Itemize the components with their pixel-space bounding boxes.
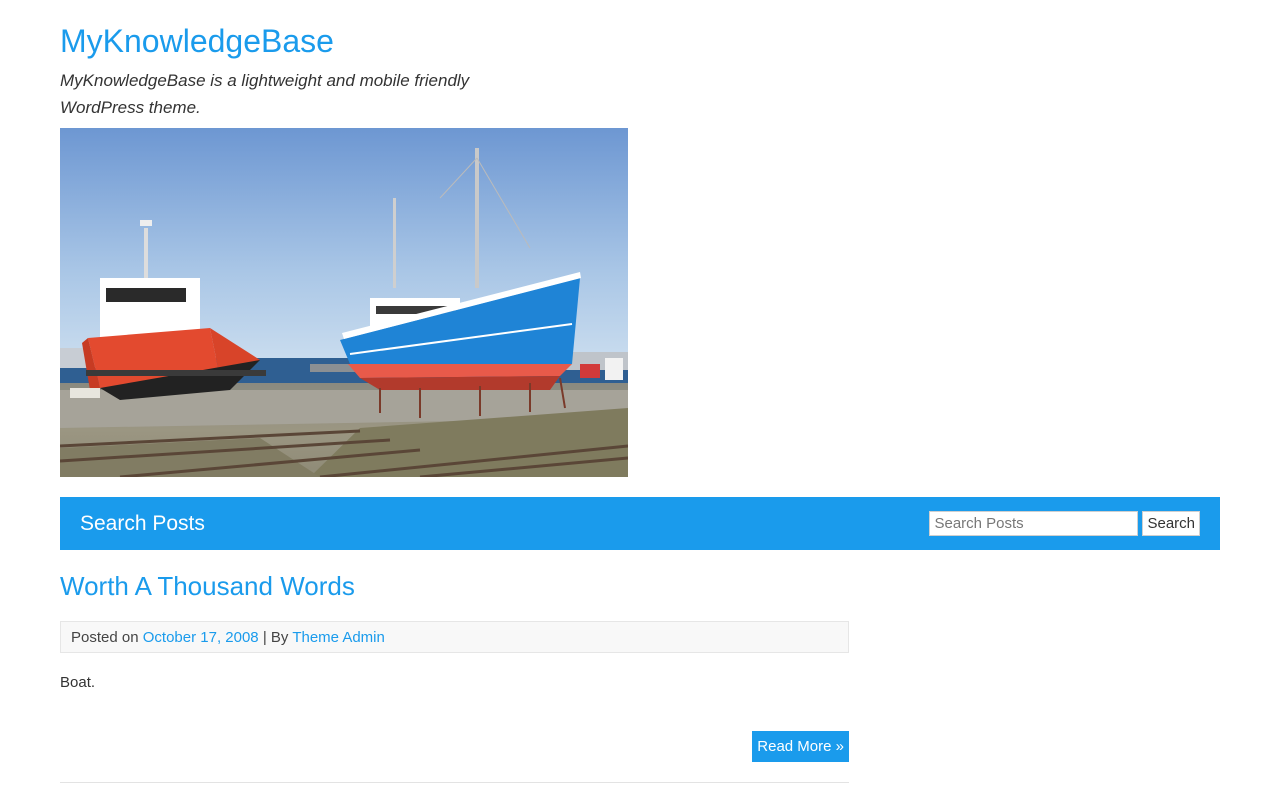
post-title-link[interactable]: Worth A Thousand Words	[60, 570, 355, 602]
site-title-link[interactable]: MyKnowledgeBase	[60, 22, 334, 60]
search-button[interactable]: Search	[1142, 511, 1200, 536]
search-heading: Search Posts	[80, 511, 205, 535]
post-author-link[interactable]: Theme Admin	[292, 629, 385, 646]
post: Worth A Thousand Words Posted on October…	[60, 550, 849, 783]
boats-photo	[60, 128, 628, 477]
post-divider	[60, 782, 849, 783]
search-form: Search	[929, 511, 1200, 536]
read-more-row: Read More »	[60, 731, 849, 762]
page: MyKnowledgeBase MyKnowledgeBase is a lig…	[60, 0, 1220, 783]
post-excerpt: Boat.	[60, 674, 96, 691]
post-meta: Posted on October 17, 2008 | By Theme Ad…	[60, 621, 849, 653]
post-date-link[interactable]: October 17, 2008	[143, 629, 259, 646]
post-meta-separator: | By	[262, 629, 289, 646]
search-bar: Search Posts Search	[60, 497, 1220, 550]
post-meta-prefix: Posted on	[71, 629, 139, 646]
site-description: MyKnowledgeBase is a lightweight and mob…	[60, 71, 470, 117]
read-more-button[interactable]: Read More »	[752, 731, 849, 762]
search-input[interactable]	[929, 511, 1139, 536]
header-image	[60, 128, 628, 477]
